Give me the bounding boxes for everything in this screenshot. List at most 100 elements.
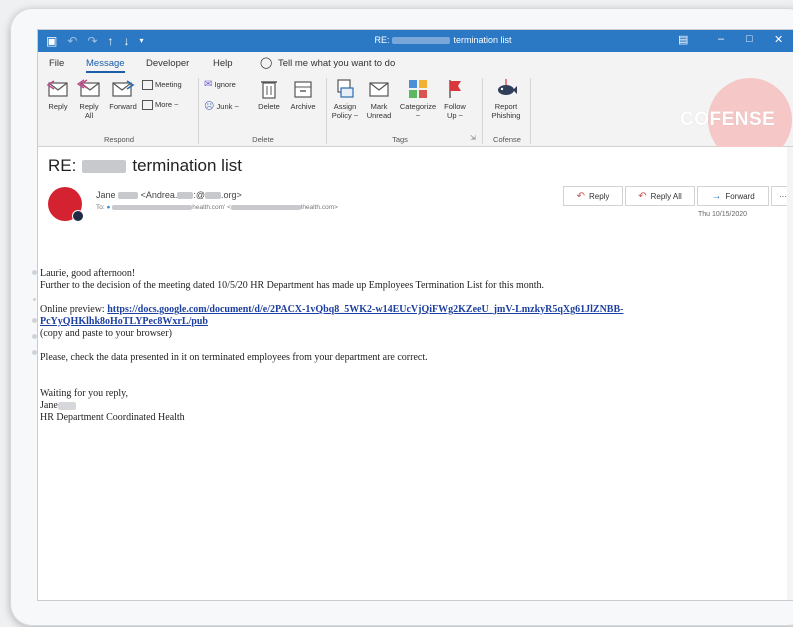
menu-bar: File Message Developer Help ◯ Tell me wh… xyxy=(38,52,793,74)
maximize-icon[interactable]: □ xyxy=(746,33,753,45)
minimize-icon[interactable]: – xyxy=(718,33,724,45)
envelope-icon xyxy=(369,82,389,97)
redacted-text xyxy=(57,401,76,410)
sender-email-part: <Andrea. xyxy=(140,190,178,200)
reply-all-label-1: Reply xyxy=(79,102,99,111)
tablet-sensor xyxy=(32,318,37,323)
meeting-label: Meeting xyxy=(155,80,182,89)
customize-qat-icon[interactable]: ▾ xyxy=(139,34,143,48)
report-label-1: Report xyxy=(494,102,518,111)
mark-label-2: Unread xyxy=(366,111,392,120)
group-divider xyxy=(326,78,327,144)
ribbon-display-icon[interactable]: ▤ xyxy=(678,33,688,46)
recipient-line[interactable]: To: ● health.com' < lhealth.com> xyxy=(96,204,338,211)
tablet-sensor xyxy=(32,334,37,339)
group-divider xyxy=(198,78,199,144)
tab-file[interactable]: File xyxy=(49,58,64,69)
redo-icon[interactable]: ↷ xyxy=(87,34,97,48)
outlook-window: ▣ ↶ ↷ ↑ ↓ ▾ RE: termination list ▤ – □ ✕ … xyxy=(38,30,793,600)
trash-icon xyxy=(261,81,277,99)
signature-name: Jane xyxy=(40,400,58,411)
forward-action-label: Forward xyxy=(725,191,755,201)
tab-message[interactable]: Message xyxy=(86,58,125,73)
tell-me-search[interactable]: Tell me what you want to do xyxy=(278,58,395,69)
archive-label: Archive xyxy=(290,102,316,111)
junk-label: Junk ~ xyxy=(216,102,239,111)
forward-button[interactable]: Forward xyxy=(106,78,140,111)
reply-label: Reply xyxy=(48,102,68,111)
subject-prefix: RE: xyxy=(48,156,77,175)
junk-button[interactable]: ☹ Junk ~ xyxy=(204,101,250,112)
group-label-cofense: Cofense xyxy=(493,135,521,144)
redacted-text xyxy=(204,192,221,200)
body-closing: Waiting for you reply, xyxy=(40,388,128,399)
categorize-label-2: ~ xyxy=(415,111,421,120)
tab-help[interactable]: Help xyxy=(213,58,233,69)
ribbon: Reply Reply All Forward Meeting More ~ R… xyxy=(38,74,793,162)
group-divider xyxy=(530,78,531,144)
more-respond-button[interactable]: More ~ xyxy=(142,100,192,111)
up-arrow-icon[interactable]: ↑ xyxy=(107,34,113,48)
sender-email-part: :@ xyxy=(193,190,205,200)
redacted-text xyxy=(82,160,127,174)
sender-name: Jane xyxy=(96,190,116,200)
forward-action-button[interactable]: → Forward xyxy=(697,186,769,206)
reply-all-action-button[interactable]: ↶ Reply All xyxy=(625,186,695,206)
recipient-status-icon: ● xyxy=(106,204,111,211)
down-arrow-icon[interactable]: ↓ xyxy=(123,34,129,48)
message-date: Thu 10/15/2020 xyxy=(698,211,748,218)
report-phishing-button[interactable]: Report Phishing xyxy=(488,78,524,120)
vertical-scrollbar[interactable] xyxy=(787,147,793,600)
flag-icon xyxy=(449,80,461,98)
dialog-launcher-icon[interactable]: ⇲ xyxy=(470,134,476,142)
meeting-button[interactable]: Meeting xyxy=(142,80,192,91)
message-subject: RE: termination list xyxy=(48,156,242,176)
reply-all-arrow-icon: ↶ xyxy=(638,190,647,202)
categorize-button[interactable]: Categorize ~ xyxy=(398,78,438,120)
reply-all-icon xyxy=(77,79,100,97)
forward-icon xyxy=(112,80,135,97)
tab-developer[interactable]: Developer xyxy=(146,58,189,69)
archive-button[interactable]: Archive xyxy=(286,78,320,111)
recipient-part: lhealth.com> xyxy=(300,204,338,211)
signature-name-line: Jane xyxy=(40,400,760,412)
assign-label-1: Assign xyxy=(333,102,357,111)
follow-up-button[interactable]: Follow Up ~ xyxy=(440,78,470,120)
presence-indicator xyxy=(72,210,84,222)
reply-arrow-icon: ↶ xyxy=(576,190,585,202)
sender-avatar[interactable] xyxy=(48,187,84,222)
close-icon[interactable]: ✕ xyxy=(774,33,783,46)
ignore-button[interactable]: ✉ Ignore xyxy=(204,79,250,90)
group-label-delete: Delete xyxy=(252,135,274,144)
tablet-sensor xyxy=(32,350,37,355)
archive-icon xyxy=(294,81,312,98)
delete-button[interactable]: Delete xyxy=(254,78,284,111)
document-link[interactable]: https://docs.google.com/document/d/e/2PA… xyxy=(40,304,623,327)
forward-label: Forward xyxy=(109,102,137,111)
body-paragraph: Please, check the data presented in it o… xyxy=(40,352,428,363)
sender-line[interactable]: Jane <Andrea. :@ .org> xyxy=(96,190,242,200)
reply-action-label: Reply xyxy=(588,191,610,201)
ignore-icon: ✉ xyxy=(204,79,213,90)
sender-email-part: .org> xyxy=(220,190,242,200)
categorize-icon xyxy=(409,80,427,98)
reply-button[interactable]: Reply xyxy=(44,78,72,111)
preview-label: Online preview: xyxy=(40,304,108,315)
group-divider xyxy=(482,78,483,144)
reply-icon xyxy=(46,80,68,97)
mark-unread-button[interactable]: Mark Unread xyxy=(364,78,394,120)
follow-label-2: Up ~ xyxy=(446,111,464,120)
calendar-icon xyxy=(142,80,153,91)
more-actions-label: ··· xyxy=(779,191,787,201)
save-icon[interactable]: ▣ xyxy=(46,34,57,48)
mark-label-1: Mark xyxy=(370,102,388,111)
reply-all-button[interactable]: Reply All xyxy=(74,78,104,120)
reply-action-button[interactable]: ↶ Reply xyxy=(563,186,623,206)
to-label: To: xyxy=(96,204,105,211)
categorize-label-1: Categorize xyxy=(399,102,437,111)
cofense-logo-text: COFENSE xyxy=(680,109,776,130)
junk-icon: ☹ xyxy=(204,101,215,112)
reading-pane: RE: termination list Jane <Andrea. :@ .org>… xyxy=(38,147,793,600)
undo-icon[interactable]: ↶ xyxy=(67,34,77,48)
assign-policy-button[interactable]: Assign Policy ~ xyxy=(330,78,360,120)
